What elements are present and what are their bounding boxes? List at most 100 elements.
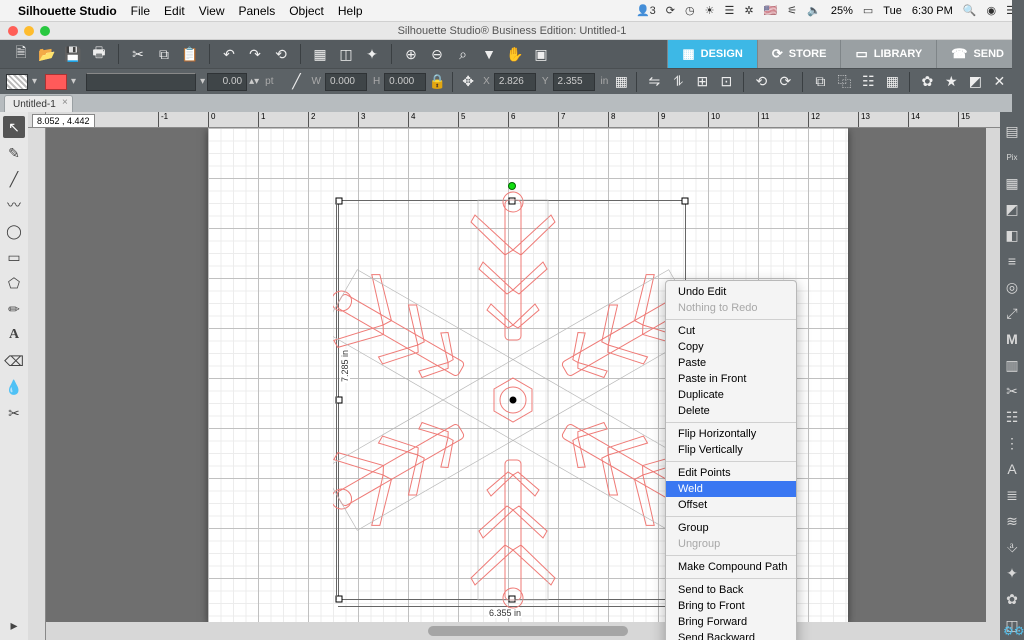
line-style-picker[interactable] (86, 73, 196, 91)
duplicate-icon[interactable]: ⧉ (809, 71, 831, 93)
tool-draw[interactable]: ✏ (3, 298, 25, 320)
status-icon-4[interactable]: ☰ (724, 4, 734, 17)
tool-ellipse[interactable]: ◯ (3, 220, 25, 242)
context-menu-item-offset[interactable]: Offset (666, 497, 796, 513)
context-menu-item-undo-edit[interactable]: Undo Edit (666, 284, 796, 300)
line-weight-stepper-icon[interactable]: ▴▾ (249, 76, 259, 87)
copy-button[interactable]: ⧉ (153, 43, 175, 65)
puzzle-icon[interactable]: ✿ (916, 71, 938, 93)
x-field[interactable]: 2.826 (494, 73, 536, 91)
center-page-icon[interactable]: ⊡ (715, 71, 737, 93)
panel-modify[interactable]: ✂ (1001, 380, 1023, 402)
document-tab[interactable]: Untitled-1 × (4, 95, 73, 112)
page-indicator[interactable]: ▸ (3, 614, 25, 636)
rotate-l-icon[interactable]: ⟲ (750, 71, 772, 93)
battery-icon[interactable]: ▭ (863, 4, 873, 17)
menu-edit[interactable]: Edit (164, 4, 185, 18)
zoom-out-button[interactable]: ⊖ (426, 43, 448, 65)
anchor-grid-icon[interactable]: ▦ (612, 71, 630, 93)
undo-button[interactable]: ↶ (218, 43, 240, 65)
context-menu-item-flip-vertically[interactable]: Flip Vertically (666, 442, 796, 458)
pan-button[interactable]: ✋ (504, 43, 526, 65)
flag-icon[interactable]: 🇺🇸 (764, 4, 778, 17)
new-file-button[interactable]: 🗎 (10, 43, 32, 65)
siri-icon[interactable]: ◉ (987, 4, 997, 17)
nav-design[interactable]: ▦ DESIGN (667, 40, 756, 68)
menu-view[interactable]: View (199, 4, 225, 18)
open-file-button[interactable]: 📂 (36, 43, 58, 65)
context-menu-item-send-backward[interactable]: Send Backward (666, 630, 796, 640)
tool-line[interactable]: ╱ (3, 168, 25, 190)
status-icon-3[interactable]: ☀ (705, 4, 715, 17)
context-menu-item-duplicate[interactable]: Duplicate (666, 387, 796, 403)
context-menu-item-bring-to-front[interactable]: Bring to Front (666, 598, 796, 614)
context-menu-item-send-to-back[interactable]: Send to Back (666, 582, 796, 598)
tool-rectangle[interactable]: ▭ (3, 246, 25, 268)
tool-text[interactable]: A (3, 324, 25, 346)
minimize-window-icon[interactable] (24, 26, 34, 36)
panel-grid[interactable]: ▦ (1001, 172, 1023, 194)
menu-object[interactable]: Object (289, 4, 324, 18)
panel-pixscan[interactable]: Pix (1001, 146, 1023, 168)
zoom-window-icon[interactable] (40, 26, 50, 36)
select-all-button[interactable]: ▦ (309, 43, 331, 65)
context-menu-item-cut[interactable]: Cut (666, 323, 796, 339)
align-center-icon[interactable]: ⊞ (691, 71, 713, 93)
line-tool-icon[interactable]: ╱ (287, 71, 305, 93)
duplicate-grid-icon[interactable]: ▦ (881, 71, 903, 93)
rotate-r-icon[interactable]: ⟳ (774, 71, 796, 93)
nav-store[interactable]: ⟳ STORE (757, 40, 841, 68)
context-menu-item-copy[interactable]: Copy (666, 339, 796, 355)
canvas[interactable]: 8.052 , 4.442 -10123456789101112131415 7… (28, 112, 1000, 640)
preferences-gear-icon[interactable]: ⚙︎⚙︎ (1003, 624, 1024, 638)
panel-text-style[interactable]: A (1001, 458, 1023, 480)
tool-eyedropper[interactable]: 💧 (3, 376, 25, 398)
panel-store-link[interactable]: ✦ (1001, 562, 1023, 584)
effects-button[interactable]: ✦ (361, 43, 383, 65)
status-icon-2[interactable]: ◷ (685, 4, 695, 17)
panel-registration[interactable]: ◩ (1001, 198, 1023, 220)
y-field[interactable]: 2.355 (553, 73, 595, 91)
context-menu-item-paste-in-front[interactable]: Paste in Front (666, 371, 796, 387)
panel-replicate[interactable]: ▥ (1001, 354, 1023, 376)
linecolor-swatch[interactable] (45, 74, 67, 90)
close-window-icon[interactable] (8, 26, 18, 36)
deselect-button[interactable]: ◫ (335, 43, 357, 65)
panel-page-setup[interactable]: ▤ (1001, 120, 1023, 142)
fill-swatch[interactable] (6, 74, 28, 90)
context-menu-item-make-compound-path[interactable]: Make Compound Path (666, 559, 796, 575)
tool-freehand[interactable]: 〰 (3, 194, 25, 216)
context-menu-item-flip-horizontally[interactable]: Flip Horizontally (666, 426, 796, 442)
flip-h-icon[interactable]: ⇋ (643, 71, 665, 93)
close-panel-icon[interactable]: ✕ (988, 71, 1010, 93)
menu-file[interactable]: File (131, 4, 150, 18)
panel-trace[interactable]: ◎ (1001, 276, 1023, 298)
fit-button[interactable]: ▣ (530, 43, 552, 65)
spotlight-icon[interactable]: 🔍 (963, 4, 977, 17)
print-button[interactable]: 🖶 (88, 43, 110, 65)
cut-button[interactable]: ✂ (127, 43, 149, 65)
nav-send[interactable]: ☎ SEND (936, 40, 1018, 68)
tool-edit-points[interactable]: ✎ (3, 142, 25, 164)
height-field[interactable]: 0.000 (384, 73, 426, 91)
fit-page-button[interactable]: ▼ (478, 43, 500, 65)
user-badge-icon[interactable]: 👤3 (636, 4, 656, 17)
bluetooth-icon[interactable]: ✲ (744, 4, 753, 17)
context-menu-item-edit-points[interactable]: Edit Points (666, 465, 796, 481)
volume-icon[interactable]: 🔈 (807, 4, 821, 17)
context-menu-item-paste[interactable]: Paste (666, 355, 796, 371)
line-weight-field[interactable]: 0.00 (207, 73, 247, 91)
panel-stipple[interactable]: ⋮ (1001, 432, 1023, 454)
wifi-icon[interactable]: ⚟ (787, 4, 797, 17)
redo-button[interactable]: ↷ (244, 43, 266, 65)
tool-knife[interactable]: ✂ (3, 402, 25, 424)
context-menu[interactable]: Undo EditNothing to RedoCutCopyPastePast… (665, 280, 797, 640)
flip-v-icon[interactable]: ⥮ (667, 71, 689, 93)
hscroll-thumb[interactable] (428, 626, 628, 636)
paste-button[interactable]: 📋 (179, 43, 201, 65)
context-menu-item-group[interactable]: Group (666, 520, 796, 536)
save-file-button[interactable]: 💾 (62, 43, 84, 65)
horizontal-scrollbar[interactable] (46, 622, 1000, 640)
context-menu-item-delete[interactable]: Delete (666, 403, 796, 419)
battery-percent[interactable]: 25% (831, 5, 853, 17)
